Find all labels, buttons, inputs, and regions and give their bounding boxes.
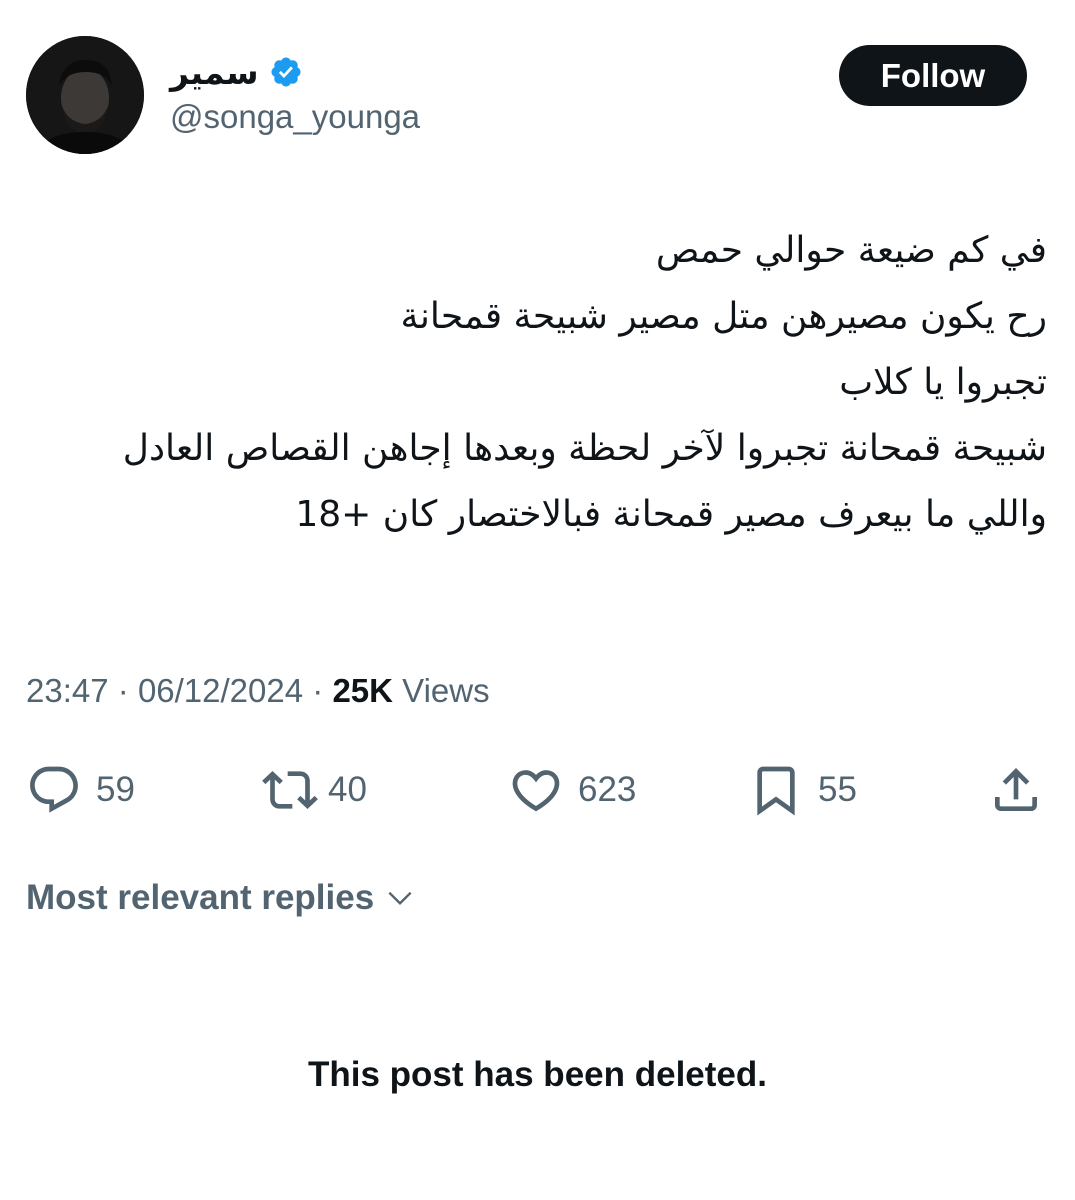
- chevron-down-icon: [388, 891, 412, 906]
- reply-count: 59: [96, 770, 135, 809]
- tweet-line: رح يكون مصيرهن متل مصير شبيحة قمحانة: [400, 296, 1047, 337]
- reply-button[interactable]: 59: [26, 752, 135, 828]
- meta-separator: ·: [312, 672, 324, 709]
- like-button[interactable]: 623: [508, 752, 636, 828]
- deleted-post-notice: This post has been deleted.: [308, 1055, 767, 1094]
- tweet-meta: 23:47 · 06/12/2024 · 25K Views: [26, 672, 490, 710]
- retweet-icon: [262, 771, 318, 809]
- author-display-name[interactable]: سمير: [170, 53, 259, 92]
- profile-photo: [26, 36, 144, 154]
- views-count: 25K: [332, 672, 393, 709]
- like-count: 623: [578, 770, 637, 809]
- retweet-count: 40: [328, 770, 367, 809]
- meta-separator: ·: [117, 672, 129, 709]
- bookmark-button[interactable]: 55: [748, 752, 857, 828]
- bookmark-icon: [757, 766, 795, 816]
- share-button[interactable]: [988, 752, 1044, 828]
- share-icon: [995, 768, 1037, 811]
- heart-icon: [512, 770, 560, 812]
- replies-sort-label: Most relevant replies: [26, 878, 375, 917]
- verified-badge-icon: [269, 55, 303, 89]
- reply-icon: [30, 766, 78, 813]
- follow-button[interactable]: Follow: [839, 45, 1027, 106]
- retweet-button[interactable]: 40: [262, 752, 367, 828]
- tweet-text: في كم ضيعة حوالي حمص رح يكون مصيرهن متل …: [47, 218, 1047, 548]
- tweet-line: تجبروا يا كلاب: [839, 362, 1047, 403]
- tweet-date[interactable]: 06/12/2024: [138, 672, 303, 709]
- tweet-actions: 59 40 623 55: [0, 752, 1075, 828]
- tweet-line: واللي ما بيعرف مصير قمحانة فبالاختصار كا…: [295, 494, 1047, 535]
- avatar[interactable]: [26, 36, 144, 154]
- author-handle[interactable]: @songa_younga: [170, 98, 420, 136]
- views-label: Views: [402, 672, 490, 709]
- author-name-row[interactable]: سمير: [170, 50, 303, 94]
- tweet-line: شبيحة قمحانة تجبروا لآخر لحظة وبعدها إجا…: [122, 428, 1047, 469]
- tweet-time[interactable]: 23:47: [26, 672, 109, 709]
- tweet-line: في كم ضيعة حوالي حمص: [655, 230, 1047, 271]
- replies-sort-dropdown[interactable]: Most relevant replies: [26, 878, 416, 918]
- bookmark-count: 55: [818, 770, 857, 809]
